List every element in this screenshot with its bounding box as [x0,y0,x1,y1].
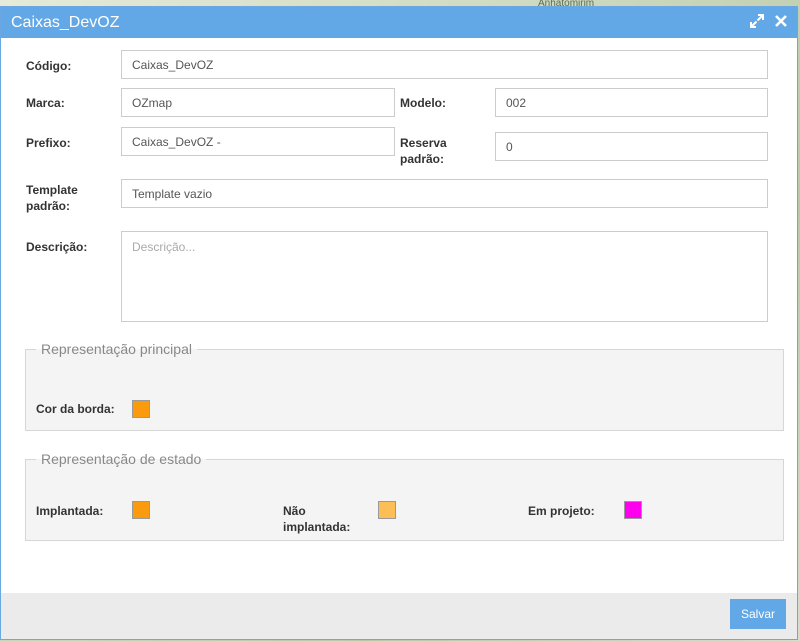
nao-implantada-label-line2: implantada: [283,520,351,534]
reserva-label: Reserva padrão: [400,135,447,167]
marca-input[interactable] [121,88,395,117]
save-button[interactable]: Salvar [730,599,786,629]
dialog-title: Caixas_DevOZ [11,14,120,31]
reserva-label-line1: Reserva [400,136,447,150]
implantada-swatch[interactable] [132,501,150,519]
template-select[interactable] [121,179,768,208]
marca-label: Marca: [26,96,65,110]
expand-arrows-icon[interactable] [749,13,765,29]
codigo-input[interactable] [121,50,768,79]
descricao-label: Descrição: [26,240,88,254]
em-projeto-label: Em projeto: [528,504,595,518]
principal-legend: Representação principal [41,341,192,357]
prefixo-label: Prefixo: [26,136,71,150]
codigo-label: Código: [26,59,72,73]
em-projeto-swatch[interactable] [624,501,642,519]
close-icon[interactable] [773,13,789,29]
reserva-label-line2: padrão: [400,152,445,166]
edit-box-dialog: Caixas_DevOZ Código: Marca: Modelo: Pref… [0,6,798,640]
dialog-footer: Salvar [1,593,797,639]
nao-implantada-swatch[interactable] [378,501,396,519]
template-label: Template padrão: [26,182,78,214]
modelo-input[interactable] [495,88,768,117]
template-label-line1: Template [26,183,78,197]
cor-borda-swatch[interactable] [132,400,150,418]
template-label-line2: padrão: [26,199,71,213]
principal-fieldset: Representação principal Cor da borda: [25,341,784,431]
descricao-textarea[interactable] [121,231,768,322]
nao-implantada-label: Não implantada: [283,503,350,535]
cor-borda-label: Cor da borda: [36,402,115,416]
prefixo-input[interactable] [121,127,395,156]
reserva-input[interactable] [495,132,768,161]
estado-fieldset: Representação de estado Implantada: Não … [25,451,784,541]
modelo-label: Modelo: [400,96,446,110]
estado-legend: Representação de estado [41,451,202,467]
nao-implantada-label-line1: Não [283,504,306,518]
implantada-label: Implantada: [36,504,104,518]
dialog-titlebar: Caixas_DevOZ [1,7,797,38]
